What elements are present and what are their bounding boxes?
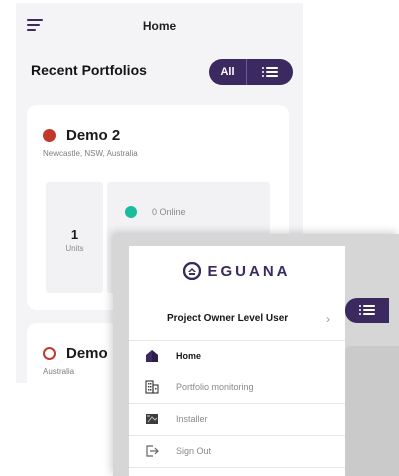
filter-all-button[interactable]: All	[209, 59, 247, 85]
page-title: Home	[142, 19, 177, 33]
menu-label: Sign Out	[176, 446, 212, 456]
card-behind	[345, 346, 399, 476]
online-dot-icon	[125, 206, 137, 218]
portfolio-location: Newcastle, NSW, Australia	[43, 149, 138, 158]
divider	[129, 467, 345, 468]
menu-item-installer[interactable]: Installer	[129, 405, 345, 435]
divider	[129, 403, 345, 404]
drawer-screen: EGUANA Project Owner Level User › Home P…	[113, 234, 399, 476]
section-title: Recent Portfolios	[31, 62, 147, 78]
home-icon	[146, 350, 158, 362]
menu-item-home[interactable]: Home	[129, 342, 345, 372]
status-dot-icon	[43, 129, 56, 142]
chevron-right-icon: ›	[326, 312, 330, 326]
divider	[129, 340, 345, 341]
portfolio-location: Australia	[43, 367, 75, 376]
menu-item-sign-out[interactable]: Sign Out	[129, 437, 345, 467]
brand: EGUANA	[129, 262, 345, 280]
divider	[129, 435, 345, 436]
brand-name: EGUANA	[207, 262, 291, 280]
list-view-button-behind	[345, 298, 389, 323]
user-name: Project Owner Level User	[167, 313, 289, 324]
recent-portfolios-header: Recent Portfolios All	[16, 47, 303, 103]
list-view-icon	[359, 305, 375, 316]
building-icon	[145, 380, 159, 394]
menu-item-portfolio-monitoring[interactable]: Portfolio monitoring	[129, 373, 345, 403]
list-view-button[interactable]	[247, 59, 293, 85]
portfolio-name: Demo 2	[66, 127, 121, 144]
user-profile-row[interactable]: Project Owner Level User ›	[129, 308, 345, 330]
list-view-icon	[262, 66, 278, 78]
units-count: 1	[70, 227, 79, 242]
menu-label: Home	[176, 351, 202, 361]
units-stat: 1 Units	[46, 182, 103, 293]
eguana-logo-icon	[183, 262, 202, 280]
portfolio-name: Demo	[66, 345, 108, 362]
status-ring-icon	[43, 347, 56, 360]
menu-label: Portfolio monitoring	[176, 382, 254, 392]
side-drawer: EGUANA Project Owner Level User › Home P…	[129, 246, 345, 476]
online-label: 0 Online	[152, 207, 186, 217]
top-bar: Home	[16, 3, 303, 47]
units-label: Units	[65, 244, 84, 253]
installer-icon	[146, 414, 158, 424]
sign-out-icon	[146, 445, 159, 457]
view-toggle: All	[209, 59, 293, 85]
menu-label: Installer	[176, 414, 208, 424]
